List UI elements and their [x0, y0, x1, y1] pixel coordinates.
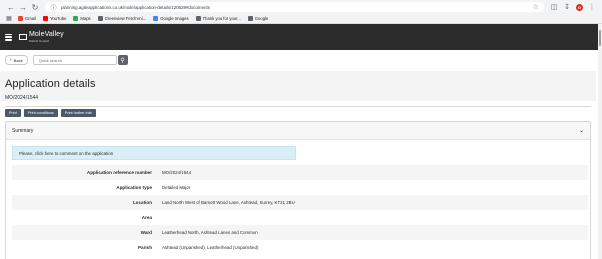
- detail-label: Parish: [137, 245, 152, 250]
- youtube-icon: [42, 16, 48, 21]
- detail-label: Area: [141, 215, 152, 220]
- application-reference: MO/2024/1544: [5, 95, 39, 101]
- bookmark-maps[interactable]: Maps: [73, 16, 91, 21]
- search-icon: ⚲: [120, 57, 125, 64]
- comment-link-banner[interactable]: Please, click here to comment on the app…: [12, 146, 296, 160]
- forward-arrow-icon[interactable]: →: [18, 2, 28, 12]
- bookmark-label: Thank you for yoor...: [202, 16, 241, 21]
- globe-icon: [195, 16, 201, 21]
- browser-toolbar: ← → ↻ ⓘ planning.agileapplications.co.uk…: [0, 0, 602, 14]
- back-button[interactable]: ‹ Back: [5, 55, 28, 65]
- page-content: ‹ Back ⚲ Application details MO/2024/154…: [0, 50, 602, 259]
- detail-label: Application type: [116, 185, 152, 190]
- bookmark-google-images[interactable]: Google Images: [153, 16, 189, 21]
- detail-row-area: Area: [12, 210, 588, 225]
- more-vert-icon[interactable]: ⋮: [588, 3, 596, 11]
- bookmark-label: Google Images: [160, 16, 189, 21]
- bookmark-label: Google: [254, 16, 269, 21]
- maps-icon: [73, 16, 79, 21]
- logo-mark-icon: [19, 34, 27, 40]
- images-icon: [153, 16, 159, 21]
- address-text[interactable]: planning.agileapplications.co.uk/mole/ap…: [61, 5, 210, 10]
- summary-header[interactable]: Summary ⌄: [6, 122, 590, 140]
- bookmark-greenview[interactable]: Greenview Fetch'eni...: [97, 16, 147, 21]
- summary-details: Application reference number MO/2024/154…: [12, 165, 588, 259]
- comment-link-text[interactable]: Please, click here to comment on the app…: [19, 151, 113, 156]
- scrollbar-thumb[interactable]: [599, 30, 601, 46]
- bookmark-star-icon[interactable]: ☆: [533, 3, 539, 11]
- page-scrollbar[interactable]: [598, 24, 602, 259]
- divider: [5, 106, 591, 107]
- bookmark-label: Gmail: [25, 16, 36, 21]
- detail-row-ward: Ward Leatherhead North, Ashtead Lanes an…: [12, 225, 588, 240]
- detail-label: Ward: [140, 230, 152, 235]
- summary-title: Summary: [12, 127, 34, 134]
- detail-row-parish: Parish Ashtead (Unparished), Leatherhead…: [12, 240, 588, 255]
- page-root: ← → ↻ ⓘ planning.agileapplications.co.uk…: [0, 0, 602, 259]
- globe-icon: [97, 16, 103, 21]
- chevron-left-icon: ‹: [10, 57, 12, 63]
- print-further-info-button[interactable]: Print further info: [60, 109, 96, 117]
- quick-search-input[interactable]: [32, 55, 117, 65]
- extensions-icon[interactable]: ◫: [550, 3, 558, 11]
- download-icon[interactable]: ↧: [563, 3, 571, 11]
- chevron-down-icon[interactable]: ⌄: [579, 127, 584, 134]
- action-buttons: Print Print conditions Print further inf…: [5, 109, 96, 117]
- detail-value: Ashtead (Unparished), Leatherhead (Unpar…: [162, 245, 259, 250]
- detail-label: Application reference number: [86, 170, 152, 175]
- browser-actions: ◫ ↧ G ⋮: [550, 3, 596, 11]
- site-info-icon[interactable]: ⓘ: [50, 4, 57, 12]
- logo-subtext: District Council: [29, 39, 50, 43]
- bookmark-thank-you[interactable]: Thank you for yoor...: [195, 16, 241, 21]
- detail-row-type: Application type Detailed Major: [12, 180, 588, 195]
- search-button[interactable]: ⚲: [117, 55, 128, 65]
- detail-row-reference: Application reference number MO/2024/154…: [12, 165, 588, 180]
- bookmarks-bar: ▦ Gmail YouTube Maps Greenview Fetch'eni…: [0, 14, 602, 24]
- gmail-icon: [18, 16, 23, 21]
- detail-row-location: Location Land North West of Barnett Wood…: [12, 195, 588, 210]
- detail-value: MO/2024/1544: [162, 170, 192, 175]
- site-header: MoleValley District Council: [0, 24, 602, 50]
- bookmark-gmail[interactable]: Gmail: [18, 16, 36, 21]
- print-conditions-button[interactable]: Print conditions: [23, 109, 58, 117]
- bookmark-label: YouTube: [49, 16, 67, 21]
- google-icon: [247, 16, 253, 21]
- logo-text: MoleValley: [29, 31, 64, 38]
- detail-value: Detailed Major: [162, 185, 191, 190]
- print-button[interactable]: Print: [5, 109, 21, 117]
- profile-avatar[interactable]: G: [576, 3, 583, 11]
- bookmark-youtube[interactable]: YouTube: [42, 16, 67, 21]
- reload-icon[interactable]: ↻: [30, 2, 40, 12]
- detail-label: Location: [132, 200, 152, 205]
- search-row: ‹ Back ⚲: [5, 55, 128, 65]
- detail-value: Leatherhead North, Ashtead Lanes and Com…: [162, 230, 258, 235]
- address-bar[interactable]: ⓘ planning.agileapplications.co.uk/mole/…: [45, 2, 544, 12]
- apps-grid-icon[interactable]: ▦: [6, 16, 12, 22]
- back-arrow-icon[interactable]: ←: [6, 2, 16, 12]
- back-button-label: Back: [13, 57, 23, 63]
- bookmark-google[interactable]: Google: [247, 16, 269, 21]
- menu-icon[interactable]: [5, 33, 12, 41]
- bookmark-label: Greenview Fetch'eni...: [104, 16, 147, 21]
- summary-panel: Summary ⌄ Please, click here to comment …: [5, 121, 591, 259]
- bookmark-label: Maps: [80, 16, 91, 21]
- site-logo[interactable]: MoleValley District Council: [19, 31, 64, 43]
- detail-value: Land North West of Barnett Wood Lane, As…: [162, 200, 295, 205]
- page-title: Application details: [5, 78, 96, 90]
